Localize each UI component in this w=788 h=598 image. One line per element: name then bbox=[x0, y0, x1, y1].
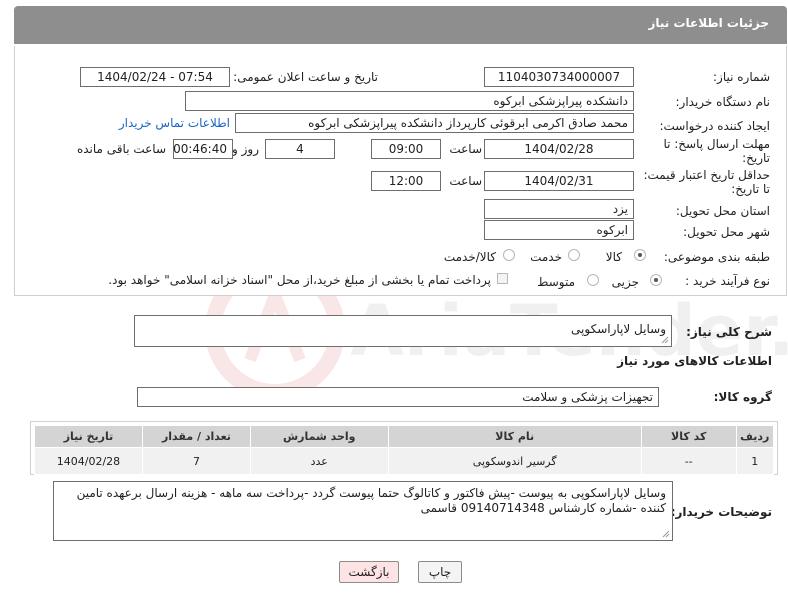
summary-textarea[interactable]: وسایل لاپاراسکوپی bbox=[134, 315, 672, 347]
deadline-time-field[interactable]: 09:00 bbox=[371, 139, 441, 159]
process-minor-radio[interactable] bbox=[650, 274, 662, 286]
process-minor-label: جزیی bbox=[611, 275, 639, 289]
creator-label: ایجاد کننده درخواست: bbox=[659, 119, 770, 133]
validity-date-label: تا تاریخ: bbox=[731, 182, 770, 196]
cell-code: -- bbox=[640, 447, 737, 475]
cell-row: 1 bbox=[735, 447, 775, 475]
announce-label: تاریخ و ساعت اعلان عمومی: bbox=[233, 70, 378, 84]
province-field[interactable]: یزد bbox=[484, 199, 634, 219]
col-date-header: تاریخ نیاز bbox=[34, 425, 143, 448]
print-button[interactable]: چاپ bbox=[418, 561, 462, 583]
treasury-bonds-note: پرداخت تمام یا بخشی از مبلغ خرید،از محل … bbox=[108, 273, 491, 287]
deadline-label: مهلت ارسال پاسخ: تا bbox=[663, 137, 770, 151]
back-button[interactable]: بازگشت bbox=[339, 561, 399, 583]
cell-qty: 7 bbox=[141, 447, 251, 475]
deadline-date-field[interactable]: 1404/02/28 bbox=[484, 139, 634, 159]
announce-datetime-field[interactable]: 1404/02/24 - 07:54 bbox=[80, 67, 230, 87]
category-service-radio[interactable] bbox=[568, 249, 580, 261]
col-unit-header: واحد شمارش bbox=[249, 425, 389, 448]
process-medium-radio[interactable] bbox=[587, 274, 599, 286]
province-label: استان محل تحویل: bbox=[675, 204, 770, 218]
buyer-org-field[interactable]: دانشکده پیراپزشکی ابرکوه bbox=[185, 91, 634, 111]
page-title: جزئیات اطلاعات نیاز bbox=[648, 16, 769, 30]
buyer-contact-link[interactable]: اطلاعات تماس خریدار bbox=[119, 116, 230, 130]
treasury-bonds-checkbox[interactable] bbox=[497, 273, 508, 284]
resize-handle-icon[interactable] bbox=[662, 530, 670, 538]
resize-handle-icon[interactable] bbox=[661, 336, 669, 344]
creator-field[interactable]: محمد صادق اکرمی ابرقوئی کارپرداز دانشکده… bbox=[235, 113, 634, 133]
col-name-header: نام کالا bbox=[387, 425, 642, 448]
goods-section-title: اطلاعات کالاهای مورد نیاز bbox=[617, 354, 772, 368]
city-field[interactable]: ابرکوه bbox=[484, 220, 634, 240]
table-row[interactable]: 1 -- گرسیر اندوسکوپی عدد 7 1404/02/28 bbox=[34, 447, 775, 475]
category-service-label: خدمت bbox=[530, 250, 562, 264]
days-label: روز و bbox=[232, 142, 259, 156]
cell-unit: عدد bbox=[249, 447, 389, 475]
page-header: جزئیات اطلاعات نیاز bbox=[14, 6, 787, 44]
col-qty-header: تعداد / مقدار bbox=[141, 425, 251, 448]
category-goods-service-radio[interactable] bbox=[503, 249, 515, 261]
cell-name: گرسیر اندوسکوپی bbox=[387, 447, 642, 475]
col-row-header: ردیف bbox=[735, 425, 775, 448]
buyer-org-label: نام دستگاه خریدار: bbox=[675, 95, 771, 109]
validity-time-label: ساعت bbox=[449, 174, 482, 188]
buyer-notes-textarea[interactable]: وسایل لاپاراسکوپی به پیوست -پیش فاکتور و… bbox=[53, 481, 673, 541]
time-remaining-label: ساعت باقی مانده bbox=[76, 142, 166, 156]
category-label: طبقه بندی موضوعی: bbox=[663, 250, 770, 264]
category-goods-label: کالا bbox=[605, 250, 622, 264]
process-medium-label: متوسط bbox=[537, 275, 575, 289]
need-number-label: شماره نیاز: bbox=[713, 70, 770, 84]
deadline-time-label: ساعت bbox=[449, 142, 482, 156]
process-type-label: نوع فرآیند خرید : bbox=[685, 274, 770, 288]
category-goods-radio[interactable] bbox=[634, 249, 646, 261]
goods-group-label: گروه کالا: bbox=[713, 390, 772, 404]
summary-label: شرح کلی نیاز: bbox=[686, 325, 772, 339]
summary-text: وسایل لاپاراسکوپی bbox=[571, 322, 666, 336]
col-code-header: کد کالا bbox=[640, 425, 737, 448]
table-header-row: ردیف کد کالا نام کالا واحد شمارش تعداد /… bbox=[34, 425, 775, 448]
need-number-field[interactable]: 1104030734000007 bbox=[484, 67, 634, 87]
validity-date-field[interactable]: 1404/02/31 bbox=[484, 171, 634, 191]
city-label: شهر محل تحویل: bbox=[683, 225, 770, 239]
goods-group-field[interactable]: تجهیزات پزشکی و سلامت bbox=[137, 387, 659, 407]
deadline-date-label: تاریخ: bbox=[742, 151, 770, 165]
days-remaining-field[interactable]: 4 bbox=[265, 139, 335, 159]
validity-time-field[interactable]: 12:00 bbox=[371, 171, 441, 191]
validity-label: حداقل تاریخ اعتبار قیمت: bbox=[643, 168, 770, 182]
category-goods-service-label: کالا/خدمت bbox=[443, 250, 496, 264]
buyer-notes-label: توضیحات خریدار: bbox=[670, 505, 772, 519]
buyer-notes-text: وسایل لاپاراسکوپی به پیوست -پیش فاکتور و… bbox=[76, 486, 666, 515]
cell-date: 1404/02/28 bbox=[34, 447, 143, 475]
items-table: ردیف کد کالا نام کالا واحد شمارش تعداد /… bbox=[34, 425, 775, 475]
time-remaining-field[interactable]: 00:46:40 bbox=[173, 139, 233, 159]
